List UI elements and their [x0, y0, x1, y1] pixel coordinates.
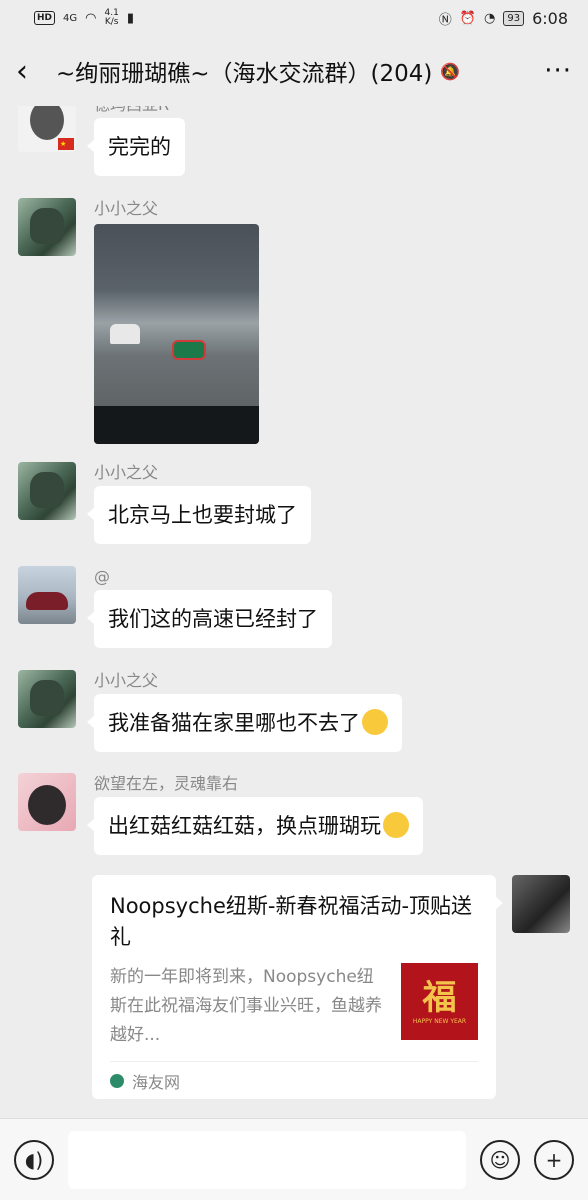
source-name: 海友网: [132, 1072, 181, 1092]
message-item: 小小之父 北京马上也要封城了: [18, 462, 311, 544]
photo-road-sign: [172, 340, 206, 360]
plus-icon[interactable]: +: [534, 1139, 574, 1180]
battery-indicator: 93: [503, 10, 525, 26]
chat-messages[interactable]: ★ 德玛西亚R 完完的 小小之父 小小之父 北京马上也要封城了 @: [0, 106, 588, 1118]
message-bubble[interactable]: 出红菇红菇红菇，换点珊瑚玩: [87, 797, 423, 855]
card-source: 海友网: [110, 1061, 478, 1099]
message-bubble[interactable]: 我准备猫在家里哪也不去了: [87, 694, 402, 752]
sender-name: 欲望在左，灵魂靠右: [94, 774, 239, 793]
china-flag-icon: ★: [58, 138, 74, 150]
smile-emoji-icon: [362, 709, 388, 735]
chat-header: ‹ ~绚丽珊瑚礁~（海水交流群）(204) 🔕 ···: [0, 36, 588, 106]
avatar-self[interactable]: [512, 875, 570, 933]
sender-name: 小小之父: [94, 199, 159, 218]
input-bar: ◖) ☺ +: [0, 1118, 588, 1200]
hd-badge: HD: [34, 11, 56, 25]
speed-icon: ◔: [483, 10, 496, 26]
wifi-icon: ◠: [85, 10, 97, 26]
card-title: Noopsyche纽斯-新春祝福活动-顶贴送礼: [110, 894, 473, 949]
message-input[interactable]: [68, 1130, 466, 1189]
message-bubble[interactable]: 北京马上也要封城了: [87, 486, 311, 544]
photo-dashboard: [94, 406, 259, 444]
message-image[interactable]: [94, 224, 259, 444]
card-thumbnail: 福 HAPPY NEW YEAR: [401, 963, 478, 1040]
message-item: 欲望在左，灵魂靠右 出红菇红菇红菇，换点珊瑚玩: [18, 773, 423, 855]
thumbnail-caption: HAPPY NEW YEAR: [412, 1018, 467, 1025]
clock: 6:08: [532, 8, 568, 28]
sender-name: @: [94, 567, 110, 586]
page-title: ~绚丽珊瑚礁~（海水交流群）(204) 🔕: [56, 54, 532, 88]
message-item: ★ 德玛西亚R 完完的: [18, 106, 185, 176]
message-item: @ 我们这的高速已经封了: [18, 566, 332, 648]
message-item: 小小之父 我准备猫在家里哪也不去了: [18, 670, 402, 752]
alarm-icon: ⏰: [459, 10, 476, 26]
avatar[interactable]: [18, 773, 76, 831]
laugh-cry-emoji-icon: [383, 812, 409, 838]
message-bubble[interactable]: 完完的: [87, 118, 185, 176]
message-text: 我准备猫在家里哪也不去了: [108, 711, 360, 735]
link-share-card[interactable]: Noopsyche纽斯-新春祝福活动-顶贴送礼 新的一年即将到来，Noopsyc…: [92, 875, 503, 1099]
sender-name: 德玛西亚R: [94, 106, 185, 116]
network-type: 4G: [63, 12, 78, 24]
nfc-icon: Ⓝ: [438, 12, 452, 28]
notification-icon: ▮: [126, 10, 134, 26]
fu-character: 福: [422, 978, 457, 1018]
message-text: 出红菇红菇红菇，换点珊瑚玩: [108, 814, 381, 838]
voice-icon[interactable]: ◖): [14, 1139, 54, 1180]
avatar[interactable]: [18, 670, 76, 728]
sender-name: 小小之父: [94, 463, 159, 482]
avatar[interactable]: [18, 566, 76, 624]
message-bubble[interactable]: 我们这的高速已经封了: [87, 590, 332, 648]
network-speed: 4.1 K/s: [104, 8, 119, 27]
card-description: 新的一年即将到来，Noopsyche纽斯在此祝福海友们事业兴旺，鱼越养越好...: [110, 967, 382, 1045]
site-logo-icon: [110, 1073, 124, 1088]
emoji-icon[interactable]: ☺: [480, 1139, 520, 1180]
group-title: ~绚丽珊瑚礁~（海水交流群）(204): [56, 61, 433, 87]
sender-name: 小小之父: [94, 671, 159, 690]
status-bar: HD 4G ◠ 4.1 K/s ▮ Ⓝ ⏰ ◔ 93 6:08: [0, 0, 588, 36]
chevron-left-icon[interactable]: ‹: [16, 54, 56, 89]
bell-muted-icon: 🔕: [440, 61, 461, 81]
more-dots-icon[interactable]: ···: [532, 56, 572, 86]
photo-car: [110, 324, 140, 344]
avatar[interactable]: [18, 462, 76, 520]
avatar[interactable]: ★: [18, 106, 76, 152]
message-item-self: Noopsyche纽斯-新春祝福活动-顶贴送礼 新的一年即将到来，Noopsyc…: [92, 875, 570, 1099]
avatar[interactable]: [18, 198, 76, 256]
message-item: 小小之父: [18, 198, 259, 444]
